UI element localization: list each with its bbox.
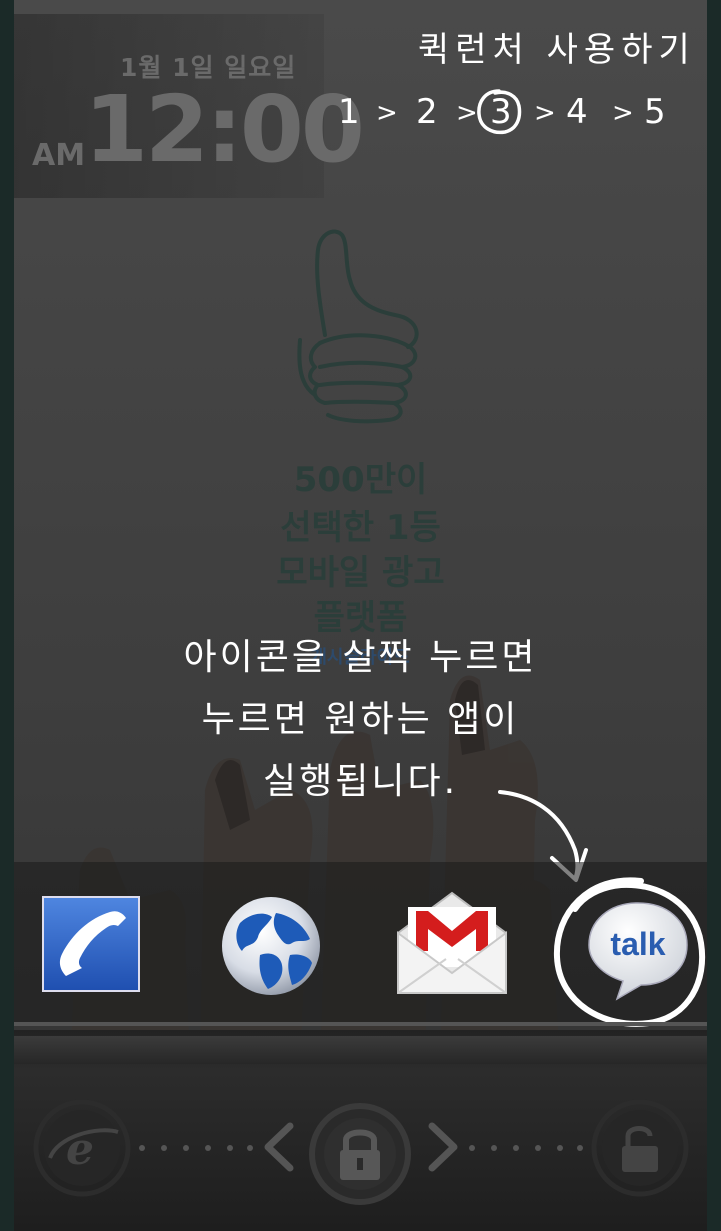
- step-4: 4: [566, 92, 588, 132]
- globe-icon[interactable]: [220, 895, 322, 997]
- slider-dots-left: [139, 1145, 253, 1151]
- instruction-line-1: 아이콘을 살짝 누르면: [183, 637, 538, 678]
- step-3: 3: [490, 92, 512, 132]
- unlock-bar-strip: [0, 1036, 721, 1064]
- step-5: 5: [644, 92, 666, 132]
- ampm-label: AM: [32, 138, 86, 173]
- screen-frame-right: [707, 0, 721, 1231]
- ad-line-1: 500만이: [293, 460, 428, 500]
- chevron-right-icon: [428, 1122, 458, 1172]
- phone-icon[interactable]: [42, 896, 140, 992]
- gmail-icon[interactable]: [396, 889, 508, 995]
- tutorial-title: 퀵런처 사용하기: [418, 30, 696, 70]
- thumbs-up-icon: [297, 229, 419, 424]
- step-separator: >: [612, 98, 634, 128]
- chevron-left-icon: [264, 1122, 294, 1172]
- lock-screen: 1월 1일 일요일 AM 12:00 퀵런처 사용하기 1 > 2 > 3 > …: [0, 0, 721, 1231]
- step-1: 1: [338, 92, 360, 132]
- instruction-line-2: 누르면 원하는 앱이: [201, 699, 520, 740]
- step-separator: >: [534, 98, 556, 128]
- time-label: 12:00: [84, 76, 365, 183]
- ad-line-3: 모바일 광고: [276, 553, 445, 593]
- tutorial-steps: 1 > 2 > 3 > 4 > 5: [330, 88, 690, 140]
- slider-dots-right: [469, 1145, 583, 1151]
- unlock-icon[interactable]: [586, 1098, 694, 1198]
- browser-e-icon[interactable]: e: [28, 1098, 136, 1198]
- screen-frame-left: [0, 0, 14, 1231]
- highlight-circle: [553, 877, 706, 1027]
- step-separator: >: [376, 98, 398, 128]
- step-2: 2: [416, 92, 438, 132]
- lock-icon[interactable]: [306, 1082, 414, 1210]
- instruction-line-3: 실행됩니다.: [262, 761, 459, 802]
- ad-line-2: 선택한 1등: [280, 508, 441, 548]
- dock-divider: [0, 1022, 721, 1026]
